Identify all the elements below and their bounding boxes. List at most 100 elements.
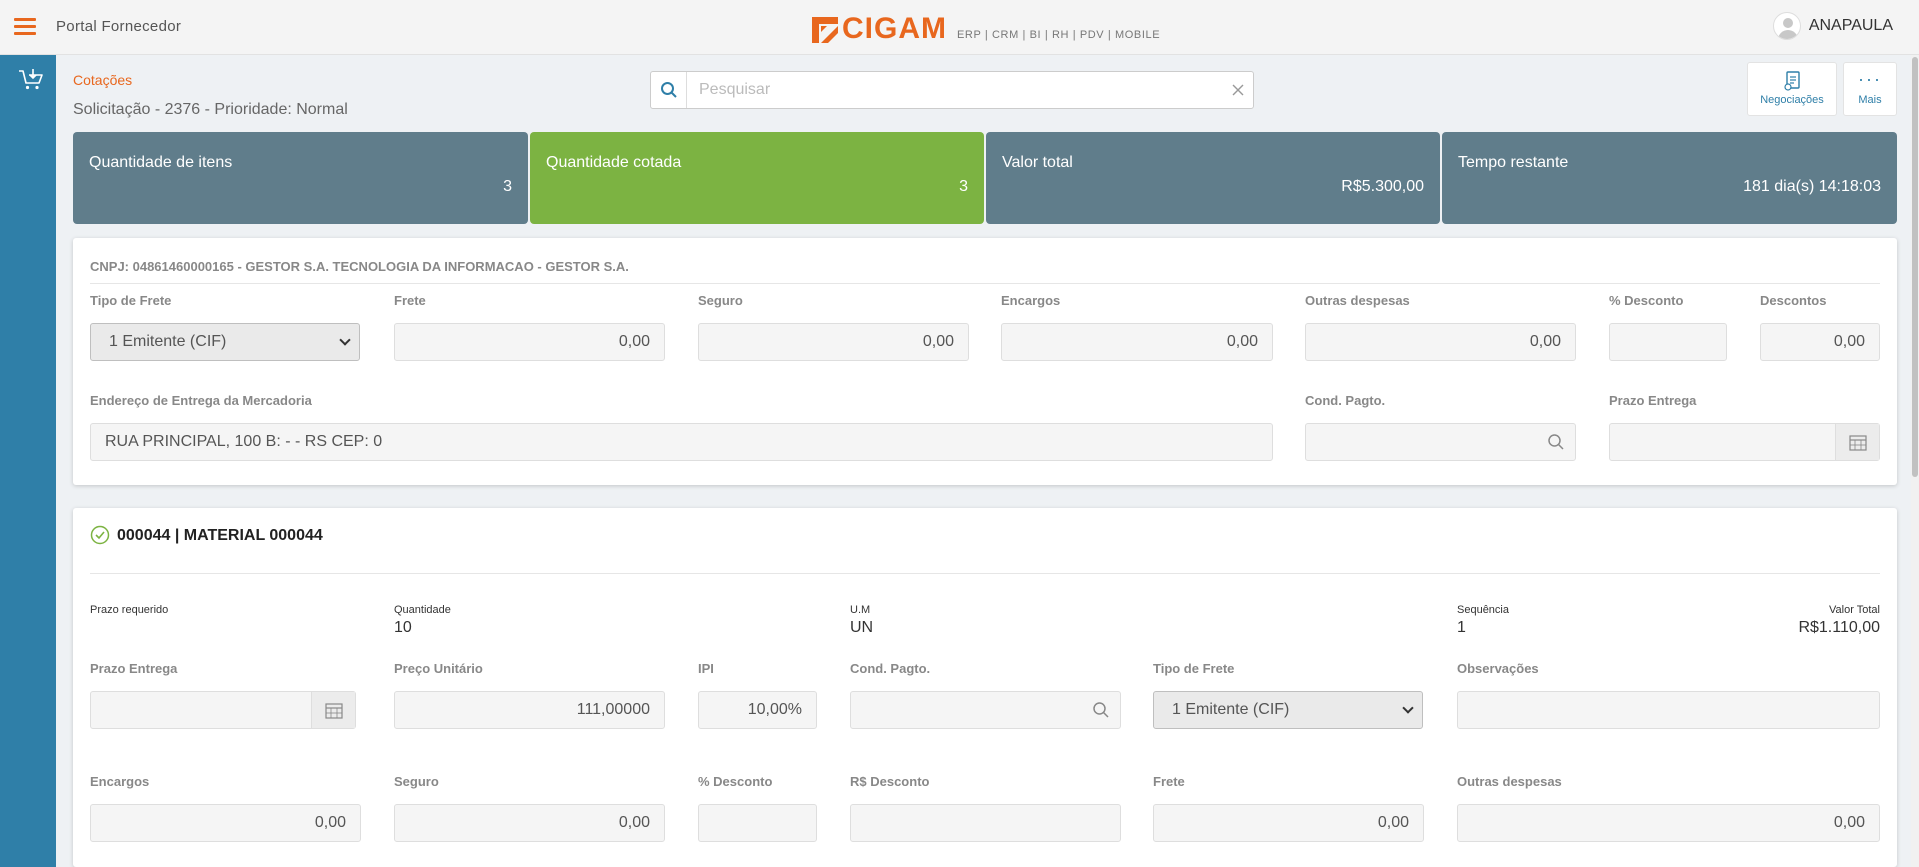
clear-search-button[interactable] — [1223, 72, 1253, 108]
tipo-frete-value: 1 Emitente (CIF) — [109, 333, 227, 350]
summary-card-itens: Quantidade de itens 3 — [73, 132, 528, 224]
summary-card-valor-total: Valor total R$5.300,00 — [986, 132, 1440, 224]
search-input[interactable] — [687, 81, 1223, 99]
valor-total-value: R$1.110,00 — [1798, 619, 1880, 636]
label-um: U.M — [850, 604, 871, 616]
card-value: 3 — [959, 178, 968, 195]
item-seguro-field[interactable]: 0,00 — [394, 804, 665, 842]
document-icon — [1784, 71, 1800, 91]
encargos-field[interactable]: 0,00 — [1001, 323, 1273, 361]
breadcrumb[interactable]: Cotações — [73, 72, 132, 88]
tipo-frete-select[interactable]: 1 Emitente (CIF) — [90, 323, 360, 361]
check-circle-icon — [90, 525, 110, 545]
label-rs-desconto: R$ Desconto — [850, 774, 930, 789]
supplier-panel: CNPJ: 04861460000165 - GESTOR S.A. TECNO… — [73, 238, 1897, 485]
preco-unitario-field[interactable]: 111,00000 — [394, 691, 665, 729]
item-outras-despesas-field[interactable]: 0,00 — [1457, 804, 1880, 842]
search-bar — [650, 71, 1254, 109]
label-sequencia: Sequência — [1457, 604, 1509, 616]
seguro-field[interactable]: 0,00 — [698, 323, 969, 361]
label-encargos: Encargos — [1001, 293, 1061, 308]
item-title: 000044 | MATERIAL 000044 — [117, 527, 323, 544]
logo-word: CIGAM — [842, 12, 947, 45]
label-item-pct-desconto: % Desconto — [698, 774, 773, 789]
label-ipi: IPI — [698, 661, 714, 676]
summary-card-tempo: Tempo restante 181 dia(s) 14:18:03 — [1442, 132, 1897, 224]
user-menu[interactable]: ANAPAULA — [1772, 12, 1893, 40]
chevron-down-icon — [1402, 702, 1414, 714]
negociacoes-button[interactable]: Negociações — [1747, 62, 1837, 116]
cigam-logo: CIGAM ERP | CRM | BI | RH | PDV | MOBILE — [812, 12, 1161, 45]
card-value: R$5.300,00 — [1341, 178, 1424, 195]
label-item-frete: Frete — [1153, 774, 1185, 789]
label-frete: Frete — [394, 293, 426, 308]
item-cond-pagto-field[interactable] — [850, 691, 1121, 729]
search-icon[interactable] — [1547, 433, 1565, 451]
chevron-down-icon — [339, 334, 351, 346]
card-title: Quantidade cotada — [546, 154, 682, 171]
label-prazo-entrega: Prazo Entrega — [1609, 393, 1697, 408]
label-quantidade: Quantidade — [394, 604, 451, 616]
card-title: Quantidade de itens — [89, 154, 233, 171]
cnpj-line: CNPJ: 04861460000165 - GESTOR S.A. TECNO… — [90, 259, 629, 274]
portal-title: Portal Fornecedor — [56, 18, 182, 35]
frete-field[interactable]: 0,00 — [394, 323, 665, 361]
label-observacoes: Observações — [1457, 661, 1539, 676]
cond-pagto-field[interactable] — [1305, 423, 1576, 461]
card-value: 3 — [503, 178, 512, 195]
item-encargos-field[interactable]: 0,00 — [90, 804, 361, 842]
label-cond-pagto: Cond. Pagto. — [1305, 393, 1386, 408]
calendar-icon — [324, 703, 343, 719]
endereco-field[interactable]: RUA PRINCIPAL, 100 B: - - RS CEP: 0 — [90, 423, 1273, 461]
label-item-tipo-frete: Tipo de Frete — [1153, 661, 1235, 676]
label-item-seguro: Seguro — [394, 774, 439, 789]
logo-subtitle: ERP | CRM | BI | RH | PDV | MOBILE — [957, 29, 1161, 41]
item-frete-field[interactable]: 0,00 — [1153, 804, 1424, 842]
prazo-entrega-field[interactable] — [1609, 423, 1880, 461]
user-name: ANAPAULA — [1808, 17, 1893, 34]
card-value: 181 dia(s) 14:18:03 — [1743, 178, 1881, 195]
close-icon — [1232, 84, 1244, 96]
calendar-button[interactable] — [311, 692, 355, 728]
label-item-encargos: Encargos — [90, 774, 150, 789]
label-item-outras-despesas: Outras despesas — [1457, 774, 1562, 789]
scrollbar-thumb[interactable] — [1912, 57, 1918, 477]
calendar-icon — [1848, 435, 1867, 451]
search-button[interactable] — [651, 72, 687, 108]
logo-mark-icon — [812, 17, 838, 43]
um-value: UN — [850, 619, 874, 636]
item-tipo-frete-select[interactable]: 1 Emitente (CIF) — [1153, 691, 1423, 729]
summary-card-cotada: Quantidade cotada 3 — [530, 132, 984, 224]
mais-button[interactable]: ··· Mais — [1843, 62, 1897, 116]
menu-icon[interactable] — [14, 18, 36, 36]
quantidade-value: 10 — [394, 619, 412, 636]
outras-despesas-field[interactable]: 0,00 — [1305, 323, 1576, 361]
item-prazo-entrega-field[interactable] — [90, 691, 356, 729]
rs-desconto-field[interactable] — [850, 804, 1121, 842]
card-title: Valor total — [1002, 154, 1073, 171]
cart-download-icon[interactable] — [18, 68, 44, 92]
label-pct-desconto: % Desconto — [1609, 293, 1684, 308]
item-panel: 000044 | MATERIAL 000044 Prazo requerido… — [73, 508, 1897, 867]
label-tipo-frete: Tipo de Frete — [90, 293, 172, 308]
ipi-field[interactable]: 10,00% — [698, 691, 817, 729]
mais-label: Mais — [1858, 94, 1882, 106]
label-item-cond-pagto: Cond. Pagto. — [850, 661, 931, 676]
observacoes-field[interactable] — [1457, 691, 1880, 729]
label-endereco: Endereço de Entrega da Mercadoria — [90, 393, 312, 408]
negociacoes-label: Negociações — [1760, 94, 1824, 106]
search-icon — [660, 82, 677, 98]
calendar-button[interactable] — [1835, 424, 1879, 460]
label-preco-unitario: Preço Unitário — [394, 661, 483, 676]
more-dots-icon: ··· — [1858, 69, 1882, 89]
avatar — [1772, 12, 1801, 40]
label-descontos: Descontos — [1760, 293, 1827, 308]
item-pct-desconto-field[interactable] — [698, 804, 817, 842]
item-tipo-frete-value: 1 Emitente (CIF) — [1172, 701, 1290, 718]
sidebar — [0, 55, 56, 867]
pct-desconto-field[interactable] — [1609, 323, 1727, 361]
search-icon[interactable] — [1092, 701, 1110, 719]
label-outras-despesas: Outras despesas — [1305, 293, 1410, 308]
card-title: Tempo restante — [1458, 154, 1569, 171]
descontos-field[interactable]: 0,00 — [1760, 323, 1880, 361]
